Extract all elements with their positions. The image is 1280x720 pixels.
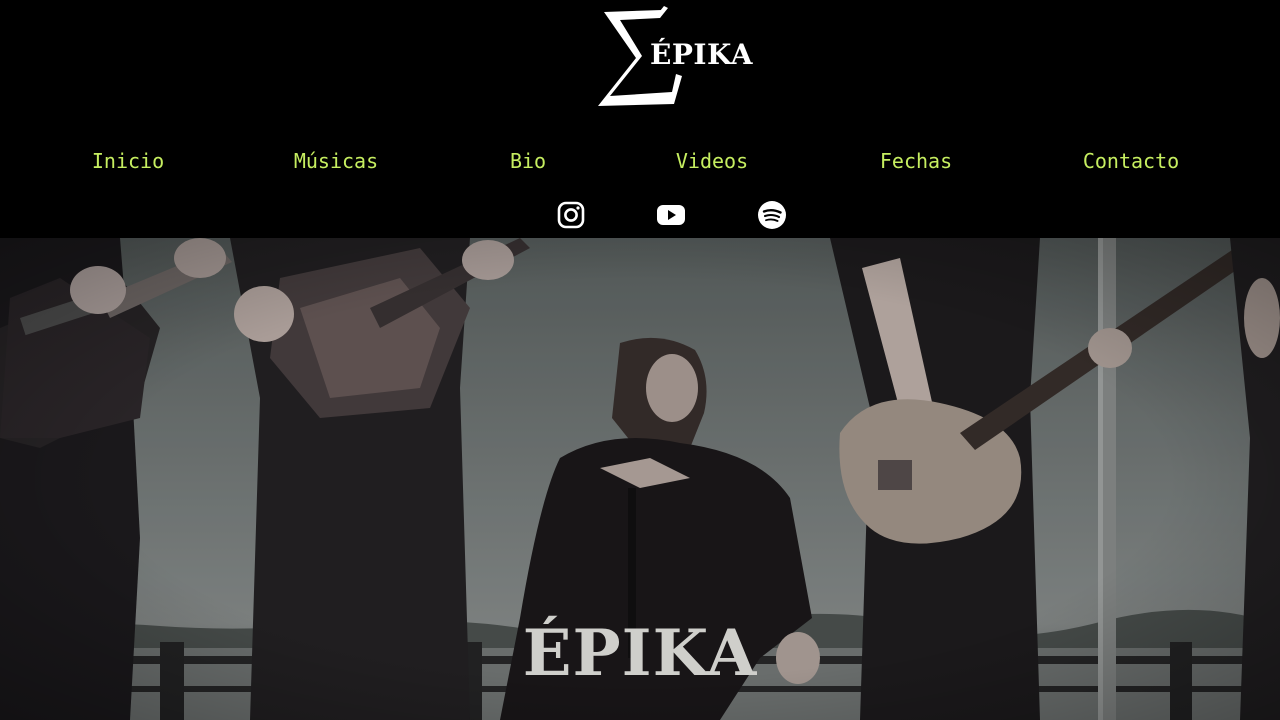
nav-item-inicio[interactable]: Inicio — [92, 146, 164, 176]
spotify-icon — [758, 201, 786, 229]
nav-item-fechas[interactable]: Fechas — [880, 146, 952, 176]
nav-item-contacto[interactable]: Contacto — [1083, 146, 1179, 176]
hero-section: ÉPIKA — [0, 238, 1280, 720]
main-nav: Inicio Músicas Bio Videos Fechas Contact… — [0, 146, 1280, 176]
youtube-link[interactable] — [655, 199, 687, 231]
nav-item-videos[interactable]: Videos — [676, 146, 748, 176]
instagram-link[interactable] — [555, 199, 587, 231]
nav-item-musicas[interactable]: Músicas — [294, 146, 378, 176]
hero-title: ÉPIKA — [522, 616, 758, 691]
youtube-icon — [657, 205, 685, 225]
spotify-link[interactable] — [756, 199, 788, 231]
site-header: ÉPIKA Inicio Músicas Bio Videos Fechas C… — [0, 0, 1280, 238]
instagram-icon — [557, 201, 585, 229]
logo-text: ÉPIKA — [650, 38, 753, 71]
nav-item-bio[interactable]: Bio — [510, 146, 546, 176]
site-logo[interactable]: ÉPIKA — [590, 4, 760, 110]
